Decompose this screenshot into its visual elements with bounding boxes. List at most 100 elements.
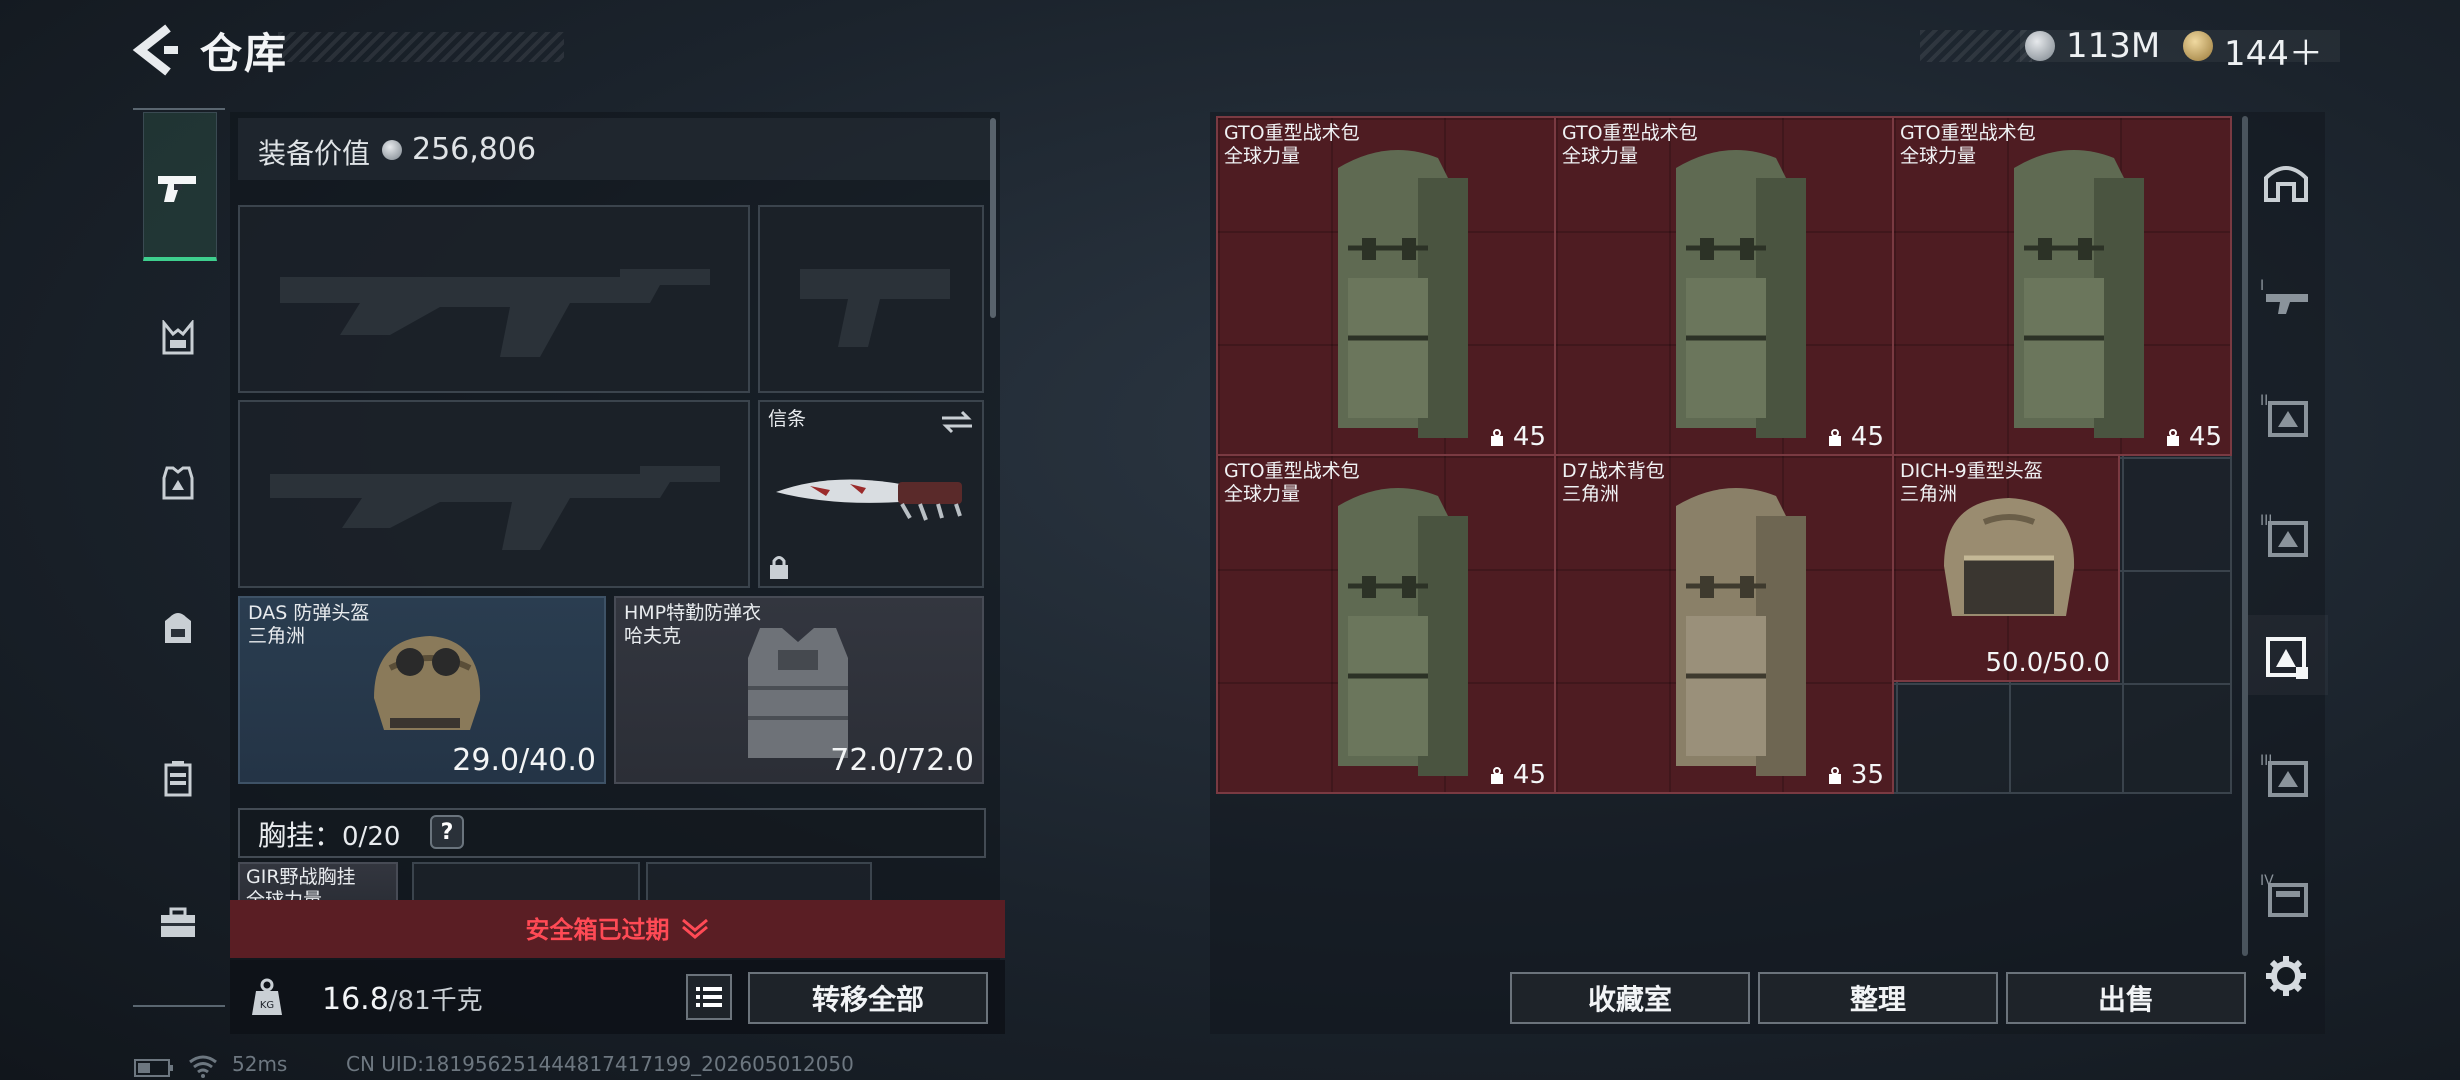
melee-name: 信条 [768,408,807,430]
rig-pocket-slot[interactable] [646,862,872,902]
helmet-durability: 29.0/40.0 [452,743,596,778]
item-capacity: 45 [2163,422,2222,452]
backpack-icon [1676,488,1806,776]
chest-rig-slot[interactable]: GIR野战胸挂 全球力量 [238,862,398,911]
stash-item[interactable]: GTO重型战术包 全球力量 45 [1554,116,1894,456]
item-capacity: 45 [1487,760,1546,790]
rig-pocket-slot[interactable] [412,862,640,902]
helmet-icon [1944,498,2075,616]
transfer-all-button[interactable]: 转移全部 [748,972,988,1024]
sell-button[interactable]: 出售 [2006,972,2246,1024]
stash-tab-6[interactable]: IV [2258,867,2314,923]
svg-text:I: I [2260,278,2264,294]
helmet-slot[interactable]: DAS 防弹头盔 三角洲 29.0/40.0 [238,596,606,784]
page-title: 仓库 [200,29,289,78]
stash-tab-all[interactable] [2258,152,2314,208]
back-arrow-icon[interactable] [130,22,180,78]
backpack-icon[interactable] [150,600,206,656]
list-icon [696,987,722,1007]
armor-slot[interactable]: HMP特勤防弹衣 哈夫克 72.0/72.0 [614,596,984,784]
equipment-value-label: 装备价值 [258,137,371,170]
stash-page-6-icon: IV [2260,873,2308,917]
rifle-silhouette-icon [280,269,710,357]
list-view-button[interactable] [686,974,732,1020]
item-name: DICH-9重型头盔 [1900,460,2043,482]
item-capacity: 45 [1487,422,1546,452]
capacity-icon [2166,428,2179,446]
chest-rig-icon[interactable] [150,310,206,366]
chest-rig-label: 胸挂：0/20 [258,819,401,852]
item-durability: 50.0/50.0 [1985,648,2110,678]
silver-currency-value: 113M [2066,26,2161,66]
stash-tab-4[interactable] [2258,627,2314,683]
item-capacity: 45 [1825,422,1884,452]
item-brand: 全球力量 [1562,145,1639,167]
toolbox-icon[interactable] [150,895,206,951]
stash-item[interactable]: GTO重型战术包 全球力量 45 [1216,116,1556,456]
swap-icon[interactable] [940,410,974,434]
stash-tab-1[interactable]: I [2258,268,2314,324]
currency-decoration [1920,30,2032,62]
help-button[interactable]: ? [430,815,464,849]
container-icon[interactable] [150,750,206,806]
armor-icon[interactable] [150,455,206,511]
gold-currency-value[interactable]: 144＋ [2224,26,2323,75]
backpack-icon [1338,150,1468,438]
ping-value: 52ms [232,1052,288,1076]
backpack-icon [1338,488,1468,776]
armor-brand: 哈夫克 [624,625,682,647]
stash-item[interactable]: DICH-9重型头盔 三角洲 50.0/50.0 [1892,454,2120,682]
melee-slot[interactable]: 信条 [758,400,984,588]
silver-coin-icon [382,140,402,160]
item-brand: 全球力量 [1224,483,1301,505]
pistol-icon [150,160,206,216]
item-capacity: 35 [1825,760,1884,790]
weight-icon: KG [252,978,282,1015]
warehouse-icon [2264,166,2308,202]
item-brand: 全球力量 [1224,145,1301,167]
sort-button[interactable]: 整理 [1758,972,1998,1024]
chevron-down-icon [681,918,708,939]
svg-text:II: II [2260,393,2268,409]
user-uid: CN UID:181956251444817417199_20260501205… [346,1052,854,1076]
wifi-icon [189,1055,217,1078]
stash-tab-5[interactable]: III [2258,747,2314,803]
stash-scrollbar[interactable] [2242,116,2248,956]
stash-page-4-icon [2266,637,2308,679]
silver-coin-icon [2025,31,2055,61]
stash-page-2-icon: II [2260,393,2308,437]
gold-coin-icon [2183,31,2213,61]
capacity-icon [1828,428,1841,446]
sidearm-slot[interactable] [758,205,984,393]
stash-item[interactable]: D7战术背包 三角洲 35 [1554,454,1894,794]
primary-weapon-slot[interactable] [238,205,750,393]
stash-item[interactable]: GTO重型战术包 全球力量 45 [1892,116,2232,456]
collection-room-button[interactable]: 收藏室 [1510,972,1750,1024]
sidebar-divider [133,108,225,110]
helmet-brand: 三角洲 [248,625,306,647]
helmet-name: DAS 防弹头盔 [248,602,370,624]
backpack-icon [1676,150,1806,438]
gear-icon [2266,956,2306,996]
battery-icon [134,1059,173,1077]
weight-readout: 16.8/81千克 [322,982,483,1017]
title-decoration [278,32,564,62]
equipment-scrollbar[interactable] [990,118,996,318]
backpack-icon [2014,150,2144,438]
item-brand: 全球力量 [1900,145,1977,167]
sidebar-divider [133,1005,225,1007]
safebox-expired-text: 安全箱已过期 [525,916,670,944]
settings-button[interactable] [2258,948,2314,1004]
stash-page-5-icon: III [2260,753,2308,797]
capacity-icon [1490,428,1503,446]
stash-tab-3[interactable]: III [2258,507,2314,563]
armor-durability: 72.0/72.0 [830,743,974,778]
capacity-icon [1490,766,1503,784]
secondary-weapon-slot[interactable] [238,400,750,588]
rifle-silhouette-icon [270,466,720,550]
stash-tab-2[interactable]: II [2258,387,2314,443]
pistol-silhouette-icon [800,269,950,347]
safebox-expired-row: 安全箱已过期 [230,910,1005,945]
stash-item[interactable]: GTO重型战术包 全球力量 45 [1216,454,1556,794]
stash-page-3-icon: III [2260,513,2308,557]
